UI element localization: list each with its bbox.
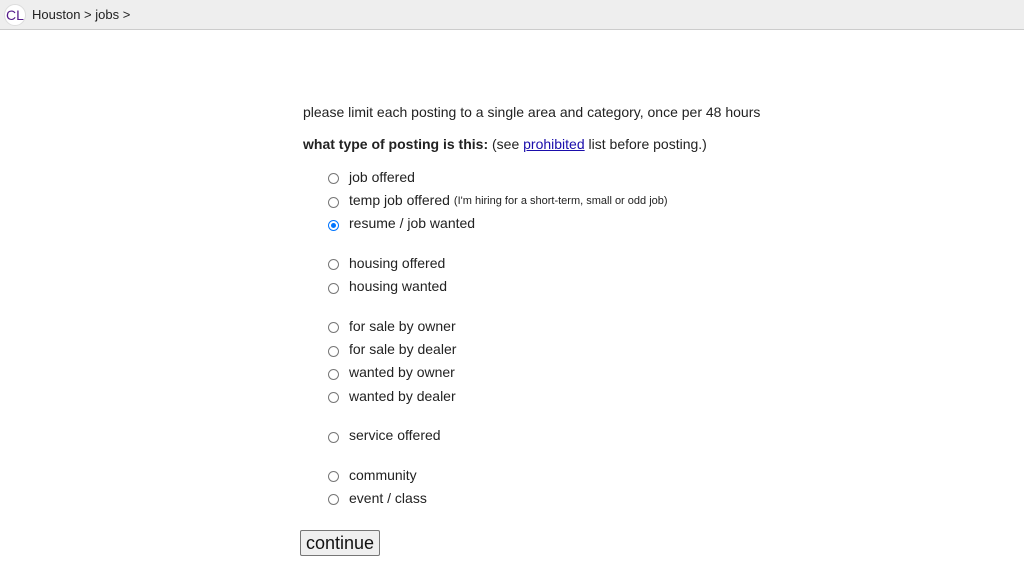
option-group: service offered [303,424,760,447]
radio-button[interactable] [328,219,339,231]
option-label[interactable]: housing wanted [349,278,447,294]
option-label[interactable]: for sale by dealer [349,341,456,357]
continue-button[interactable]: continue [300,530,381,556]
header-bar: CL Houston > jobs > [0,0,1024,30]
question-post: list before posting.) [584,136,707,152]
option-label[interactable]: resume / job wanted [349,215,475,231]
option-label[interactable]: wanted by dealer [349,388,456,404]
posting-type-option[interactable]: temp job offered (I'm hiring for a short-… [328,188,760,211]
posting-type-option[interactable]: service offered [328,424,760,447]
posting-type-option[interactable]: housing wanted [328,275,760,298]
radio-button[interactable] [328,345,339,357]
option-group: for sale by owner for sale by dealer wante… [303,314,760,408]
radio-button[interactable] [328,471,339,483]
option-hint: (I'm hiring for a short-term, small or o… [453,195,668,208]
option-label[interactable]: wanted by owner [349,364,455,380]
posting-type-option[interactable]: community [328,463,760,486]
posting-type-option[interactable]: resume / job wanted [328,212,760,235]
posting-type-form: please limit each posting to a single ar… [303,104,760,526]
posting-limit-notice: please limit each posting to a single ar… [303,104,761,120]
radio-button[interactable] [328,368,339,380]
posting-type-options: job offered temp job offered (I'm hiring f… [303,165,760,510]
posting-type-option[interactable]: wanted by dealer [328,384,760,407]
radio-button[interactable] [328,173,339,185]
breadcrumb-separator: > [84,7,92,22]
posting-type-option[interactable]: for sale by owner [328,314,760,337]
breadcrumb-separator: > [122,7,131,22]
posting-type-option[interactable]: housing offered [328,251,760,274]
posting-type-option[interactable]: job offered [328,165,760,188]
option-label[interactable]: event / class [349,490,427,506]
posting-type-option[interactable]: for sale by dealer [328,337,760,360]
radio-button[interactable] [328,494,339,506]
radio-button[interactable] [328,282,339,294]
posting-type-option[interactable]: wanted by owner [328,361,760,384]
prohibited-link[interactable]: prohibited [523,136,585,152]
option-label[interactable]: for sale by owner [349,318,456,334]
radio-button[interactable] [328,322,339,334]
option-label[interactable]: job offered [349,169,415,185]
option-label[interactable]: service offered [349,427,441,443]
radio-button[interactable] [328,431,339,443]
radio-button[interactable] [328,196,339,208]
option-group: job offered temp job offered (I'm hiring f… [303,165,760,235]
breadcrumb-jobs[interactable]: jobs [95,7,119,22]
option-label[interactable]: housing offered [349,255,445,271]
breadcrumb: Houston > jobs > [32,7,130,22]
question-label: what type of posting is this: [303,136,489,152]
radio-button[interactable] [328,259,339,271]
posting-type-option[interactable]: event / class [328,486,760,509]
option-group: community event / class [303,463,760,510]
option-group: housing offered housing wanted [303,251,760,298]
craigslist-logo[interactable]: CL [4,3,26,26]
question-pre: (see [488,136,524,152]
breadcrumb-houston[interactable]: Houston [32,7,80,22]
option-label[interactable]: community [349,467,417,483]
radio-button[interactable] [328,392,339,404]
option-label[interactable]: temp job offered [349,192,450,208]
posting-type-question: what type of posting is this: (see prohi… [303,136,760,153]
